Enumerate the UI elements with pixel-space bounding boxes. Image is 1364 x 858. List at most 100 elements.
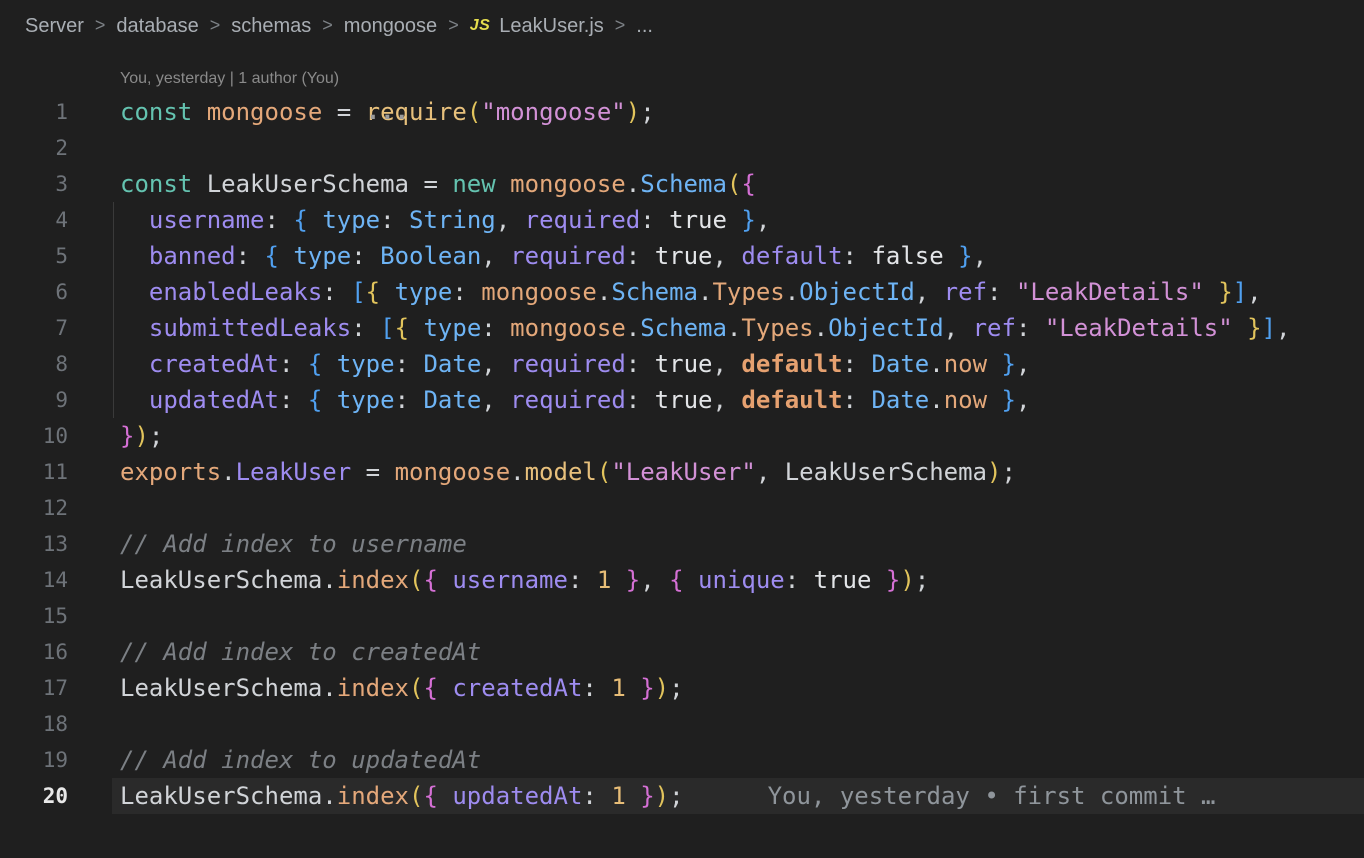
line-number[interactable]: 20 [0, 778, 68, 814]
code-token: : [322, 278, 352, 306]
code-token: , [495, 206, 525, 234]
code-token: LeakUserSchema. [120, 674, 337, 702]
code-line[interactable]: createdAt: { type: Date, required: true,… [112, 346, 1364, 382]
breadcrumb-item[interactable]: database [116, 15, 198, 38]
code-token: : [625, 386, 655, 414]
code-token: . [929, 386, 944, 414]
line-number[interactable]: 2 [0, 130, 68, 166]
code-line[interactable]: banned: { type: Boolean, required: true,… [112, 238, 1364, 274]
code-line[interactable]: const mongoose = require("mongoose"); [112, 94, 1364, 130]
code-token: false [871, 242, 944, 270]
code-token: } [625, 566, 641, 594]
line-number[interactable]: 5 [0, 238, 68, 274]
line-number[interactable]: 14 [0, 562, 68, 598]
breadcrumb-item[interactable]: schemas [231, 15, 311, 38]
line-number[interactable]: 6 [0, 274, 68, 310]
code-token: Schema [640, 314, 727, 342]
breadcrumb-overflow[interactable]: ... [636, 15, 653, 38]
code-token: mongoose [510, 314, 626, 342]
line-number[interactable]: 12 [0, 490, 68, 526]
line-number[interactable]: 17 [0, 670, 68, 706]
code-token: const [120, 170, 193, 198]
code-token: : [351, 242, 381, 270]
line-number[interactable]: 13 [0, 526, 68, 562]
code-token: { [365, 278, 381, 306]
breadcrumb-item[interactable]: Server [25, 15, 84, 38]
code-token: ( [596, 458, 612, 486]
code-line[interactable]: // Add index to createdAt [112, 634, 1364, 670]
code-line[interactable]: exports.LeakUser = mongoose.model("LeakU… [112, 454, 1364, 490]
line-number[interactable]: 15 [0, 598, 68, 634]
code-token: . [929, 350, 944, 378]
line-number[interactable]: 19 [0, 742, 68, 778]
code-token: , LeakUserSchema [755, 458, 987, 486]
code-line[interactable]: LeakUserSchema.index({ createdAt: 1 }); [112, 670, 1364, 706]
breadcrumb-item[interactable]: mongoose [344, 15, 437, 38]
code-line[interactable]: }); [112, 418, 1364, 454]
code-token: ] [1232, 278, 1248, 306]
code-line[interactable]: const LeakUserSchema = new mongoose.Sche… [112, 166, 1364, 202]
code-line[interactable] [112, 490, 1364, 526]
line-number[interactable]: 18 [0, 706, 68, 742]
line-number[interactable]: 9 [0, 382, 68, 418]
code-line[interactable]: LeakUserSchema.index({ username: 1 }, { … [112, 562, 1364, 598]
code-line[interactable] [112, 598, 1364, 634]
code-token: : [264, 206, 294, 234]
code-token: : [1015, 314, 1045, 342]
code-line[interactable]: submittedLeaks: [{ type: mongoose.Schema… [112, 310, 1364, 346]
code-token: ; [1001, 458, 1016, 486]
codelens-blame[interactable]: You, yesterday | 1 author (You) [0, 52, 1364, 94]
line-number[interactable]: 11 [0, 454, 68, 490]
code-line[interactable] [112, 130, 1364, 166]
code-token: LeakUser [235, 458, 352, 486]
line-number[interactable]: 4 [0, 202, 68, 238]
code-token: = [322, 98, 366, 126]
code-token: { [741, 170, 756, 198]
code-line[interactable]: username: { type: String, required: true… [112, 202, 1364, 238]
code-token: . [813, 314, 829, 342]
code-line[interactable]: LeakUserSchema.index({ updatedAt: 1 }); Y… [112, 778, 1364, 814]
code-token: ObjectId [799, 278, 915, 306]
line-number[interactable]: 3 [0, 166, 68, 202]
code-token: : [351, 314, 381, 342]
code-token: } [120, 422, 135, 450]
code-token: , [712, 350, 742, 378]
line-number[interactable]: 8 [0, 346, 68, 382]
code-token: banned [148, 242, 236, 270]
line-number[interactable]: 16 [0, 634, 68, 670]
code-token: required [510, 350, 626, 378]
line-number[interactable]: 1 [0, 94, 68, 130]
breadcrumb-item-file[interactable]: JS LeakUser.js [470, 15, 604, 38]
code-token: Types [741, 314, 814, 342]
code-token: ref [943, 278, 988, 306]
code-line[interactable]: enabledLeaks: [{ type: mongoose.Schema.T… [112, 274, 1364, 310]
code-line[interactable]: // Add index to updatedAt [112, 742, 1364, 778]
code-line[interactable] [112, 706, 1364, 742]
code-row: 10}); [0, 418, 1364, 454]
code-token: required [524, 206, 641, 234]
code-line[interactable]: updatedAt: { type: Date, required: true,… [112, 382, 1364, 418]
line-number[interactable]: 7 [0, 310, 68, 346]
code-token: type [336, 350, 395, 378]
code-token: submittedLeaks [148, 314, 352, 342]
codelens-label: You, yesterday | 1 author (You) [120, 70, 340, 87]
code-token: ) [654, 674, 670, 702]
code-token: : [625, 350, 655, 378]
code-row: 4 username: { type: String, required: tr… [0, 202, 1364, 238]
line-number[interactable]: 10 [0, 418, 68, 454]
code-token: // Add index to updatedAt [120, 746, 482, 774]
code-token: ; [914, 566, 930, 594]
code-token: { [423, 782, 438, 810]
code-token: { [669, 566, 684, 594]
code-token: { [307, 386, 323, 414]
code-line[interactable]: // Add index to username [112, 526, 1364, 562]
code-token: { [423, 674, 438, 702]
